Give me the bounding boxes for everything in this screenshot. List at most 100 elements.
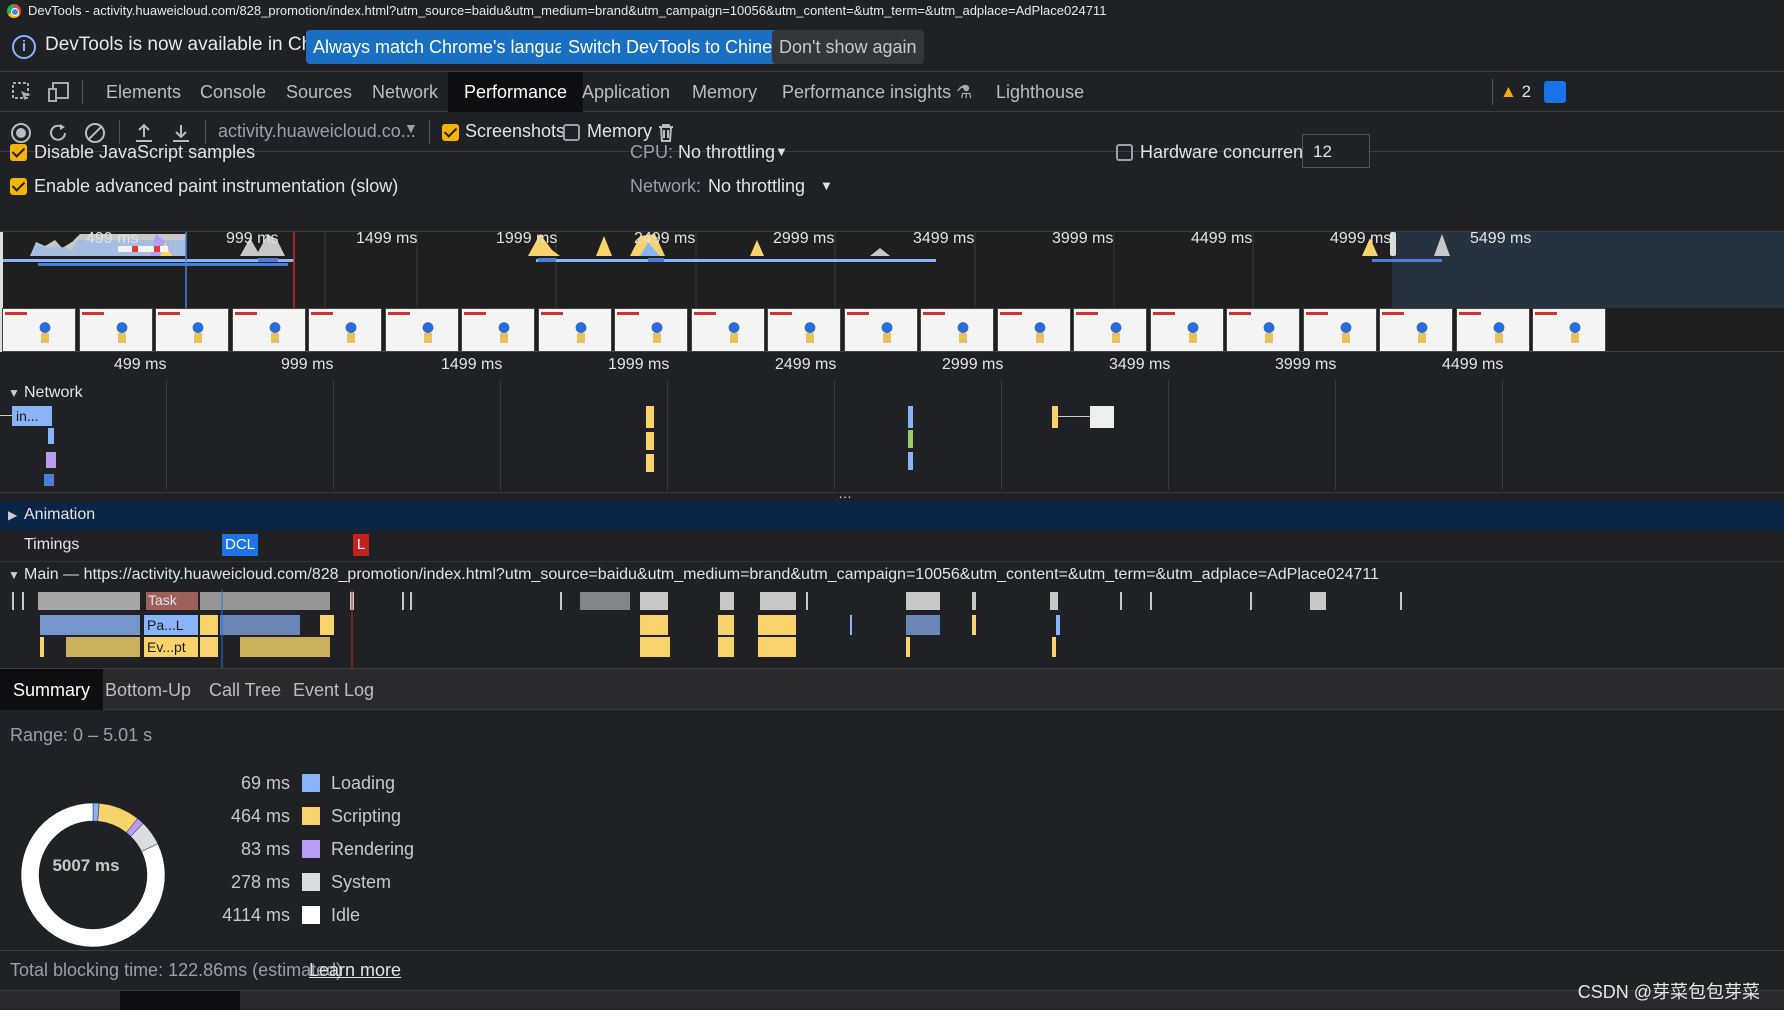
idle-label: Idle xyxy=(331,905,361,925)
rendering-label: Rendering xyxy=(331,839,415,859)
network-request-bar[interactable]: in... xyxy=(12,406,52,426)
overview-tick: 4999 ms xyxy=(1330,230,1392,247)
screenshot-thumbnail[interactable] xyxy=(1455,308,1530,352)
screenshot-thumbnail[interactable] xyxy=(1226,308,1300,352)
tab-sources[interactable]: Sources xyxy=(286,72,352,112)
network-throttling-select[interactable]: No throttling xyxy=(708,176,805,197)
record-icon[interactable] xyxy=(9,121,33,145)
track-resizer[interactable]: … xyxy=(0,485,1784,502)
timeline-overview[interactable]: 499 ms 999 ms 1499 ms 1999 ms 2499 ms 29… xyxy=(0,230,1784,352)
warning-icon: ▲ xyxy=(1500,82,1517,101)
resize-handle-icon: … xyxy=(838,485,852,501)
flame-parse-label[interactable]: Pa...L xyxy=(144,615,198,635)
screenshot-thumbnail[interactable] xyxy=(843,308,918,352)
screenshot-thumbnail[interactable] xyxy=(384,308,459,352)
ruler-tick: 999 ms xyxy=(281,356,334,373)
screenshot-thumbnail[interactable] xyxy=(1532,308,1606,352)
loading-swatch xyxy=(302,774,320,792)
watermark: CSDN @芽菜包包芽菜 xyxy=(1577,982,1760,1002)
hardware-concurrency-checkbox[interactable] xyxy=(1116,144,1133,161)
screenshot-thumbnail[interactable] xyxy=(78,308,153,352)
ruler-tick: 3499 ms xyxy=(1109,356,1171,373)
tab-performance-insights[interactable]: Performance insights ⚗ xyxy=(782,72,972,112)
screenshot-thumbnail[interactable] xyxy=(1073,308,1147,352)
screenshot-thumbnail[interactable] xyxy=(461,308,535,352)
scripting-value: 464 ms xyxy=(230,806,290,826)
ruler-tick: 2999 ms xyxy=(942,356,1004,373)
drawer-active-tab[interactable] xyxy=(120,991,240,1010)
screenshot-thumbnail[interactable] xyxy=(2,308,76,352)
main-thread-header[interactable]: ▼ Main — https://activity.huaweicloud.co… xyxy=(0,562,1784,590)
learn-more-link[interactable]: Learn more xyxy=(309,960,401,981)
tab-application[interactable]: Application xyxy=(582,72,670,112)
always-match-language-button[interactable]: Always match Chrome's language xyxy=(306,30,592,64)
screenshot-thumbnail[interactable] xyxy=(767,308,841,352)
tab-summary[interactable]: Summary xyxy=(0,669,104,711)
tab-performance-insights-label: Performance insights xyxy=(782,82,952,102)
loading-label: Loading xyxy=(331,773,396,793)
screenshot-thumbnail[interactable] xyxy=(996,308,1071,352)
overview-tick: 999 ms xyxy=(226,230,279,247)
tab-console[interactable]: Console xyxy=(200,72,266,112)
inspect-element-icon[interactable] xyxy=(10,80,34,104)
network-chevron-down-icon: ▼ xyxy=(820,178,833,193)
screenshot-thumbnail[interactable] xyxy=(1302,308,1377,352)
switch-to-chinese-button[interactable]: Switch DevTools to Chinese xyxy=(561,30,799,64)
screenshots-checkbox[interactable] xyxy=(442,124,459,141)
cpu-label: CPU: xyxy=(630,142,674,162)
tab-bottom-up[interactable]: Bottom-Up xyxy=(105,669,191,711)
screenshot-thumbnail[interactable] xyxy=(614,308,688,352)
network-track[interactable]: ▼ Network in... xyxy=(0,380,1784,492)
animation-track[interactable]: ▶ Animation xyxy=(0,502,1784,530)
expand-triangle-icon[interactable]: ▼ xyxy=(8,568,20,582)
screenshot-thumbnail[interactable] xyxy=(920,308,994,352)
cpu-chevron-down-icon: ▼ xyxy=(775,144,788,159)
screenshot-thumbnail[interactable] xyxy=(231,308,306,352)
network-label: Network: xyxy=(630,176,702,196)
messages-icon[interactable] xyxy=(1544,81,1566,103)
drawer-tabbar xyxy=(0,990,1784,1010)
ruler-tick: 4499 ms xyxy=(1442,356,1504,373)
ruler-tick: 1499 ms xyxy=(441,356,503,373)
ruler-tick: 2499 ms xyxy=(775,356,837,373)
animation-track-label: Animation xyxy=(24,506,96,523)
screenshot-thumbnail[interactable] xyxy=(690,308,765,352)
flame-event-label[interactable]: Ev...pt xyxy=(144,637,198,657)
dont-show-again-button[interactable]: Don't show again xyxy=(772,30,924,64)
screenshot-thumbnail[interactable] xyxy=(537,308,612,352)
overview-tick: 4499 ms xyxy=(1191,230,1253,247)
tab-event-log[interactable]: Event Log xyxy=(293,669,374,711)
memory-label: Memory xyxy=(587,121,653,141)
disable-js-samples-checkbox-visible[interactable] xyxy=(10,144,27,161)
recording-select[interactable]: activity.huaweicloud.co... xyxy=(218,121,416,142)
hardware-concurrency-input[interactable]: 12 xyxy=(1302,134,1370,168)
expand-triangle-icon[interactable]: ▼ xyxy=(8,386,20,400)
tab-memory[interactable]: Memory xyxy=(692,72,757,112)
tab-performance[interactable]: Performance xyxy=(448,72,584,112)
language-infobar: i DevTools is now available in Chinese! … xyxy=(0,22,1784,72)
flame-task-label[interactable]: Task xyxy=(146,592,198,610)
load-marker[interactable]: L xyxy=(353,534,369,556)
system-label: System xyxy=(331,872,392,892)
dcl-marker[interactable]: DCL xyxy=(222,534,258,556)
cpu-throttling-select[interactable]: No throttling xyxy=(678,142,775,163)
tab-network[interactable]: Network xyxy=(372,72,438,112)
main-flame-chart[interactable]: Task Pa...L Ev...pt xyxy=(0,590,1784,668)
device-toolbar-icon[interactable] xyxy=(47,80,71,104)
screenshot-thumbnail[interactable] xyxy=(1379,308,1453,352)
screenshot-thumbnail[interactable] xyxy=(155,308,229,352)
tab-call-tree[interactable]: Call Tree xyxy=(209,669,281,711)
tab-elements[interactable]: Elements xyxy=(106,72,181,112)
overview-tick: 499 ms xyxy=(86,230,139,247)
memory-checkbox[interactable] xyxy=(563,124,580,141)
screenshot-thumbnail[interactable] xyxy=(308,308,382,352)
tab-lighthouse[interactable]: Lighthouse xyxy=(996,72,1084,112)
expand-triangle-icon[interactable]: ▶ xyxy=(8,508,17,522)
window-title: DevTools - activity.huaweicloud.com/828_… xyxy=(28,3,1107,18)
network-track-label: Network xyxy=(24,384,83,401)
screenshot-thumbnail[interactable] xyxy=(1149,308,1224,352)
donut-total-label: 5007 ms xyxy=(52,856,120,875)
flame-chart-bars xyxy=(12,590,1402,668)
issues-counter[interactable]: ▲ 2 xyxy=(1500,81,1531,103)
advanced-paint-checkbox[interactable] xyxy=(10,178,27,195)
